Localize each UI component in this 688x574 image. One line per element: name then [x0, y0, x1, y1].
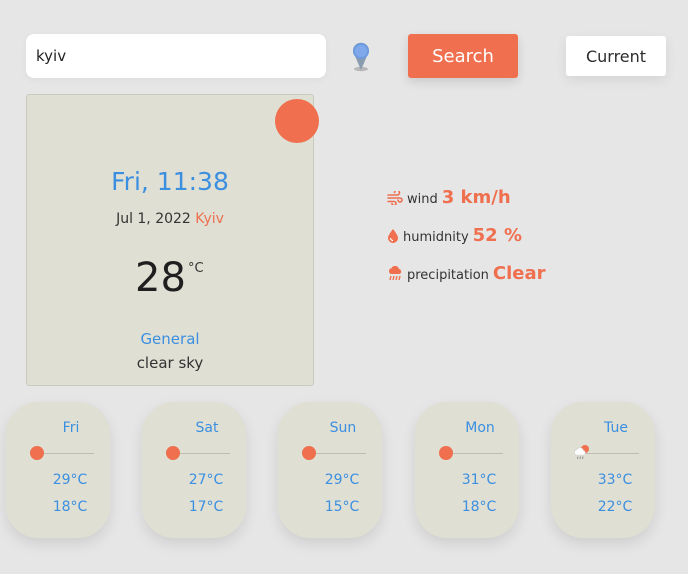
precipitation-stat: precipitation Clear: [387, 263, 546, 284]
current-location-button[interactable]: Current: [566, 36, 666, 76]
forecast-max-temp: 29°C: [324, 472, 360, 488]
divider: [447, 453, 503, 454]
wind-icon: [387, 190, 403, 205]
humidity-value: 52 %: [472, 225, 523, 246]
wind-stat: wind 3 km/h: [387, 187, 511, 208]
forecast-card-fri: Fri 29°C 18°C: [6, 402, 110, 538]
date: Jul 1, 2022: [116, 211, 191, 227]
humidity-label: humidnity: [403, 230, 469, 245]
divider: [38, 453, 94, 454]
search-button[interactable]: Search: [408, 34, 518, 78]
general-label: General: [140, 330, 200, 348]
wind-value: 3 km/h: [441, 187, 511, 208]
precipitation-label: precipitation: [407, 268, 489, 283]
forecast-min-temp: 18°C: [461, 499, 497, 515]
humidity-stat: humidnity 52 %: [387, 225, 522, 246]
sun-icon: [439, 446, 453, 460]
divider: [310, 453, 366, 454]
day-time: Fri, 11:38: [111, 167, 229, 196]
forecast-day: Sun: [329, 420, 357, 436]
water-drop-icon: [388, 229, 398, 243]
forecast-min-temp: 17°C: [188, 499, 224, 515]
divider: [583, 453, 639, 454]
forecast-card-sun: Sun 29°C 15°C: [278, 402, 382, 538]
forecast-card-tue: Tue 33°C 22°C: [551, 402, 655, 538]
forecast-max-temp: 27°C: [188, 472, 224, 488]
divider: [174, 453, 230, 454]
forecast-max-temp: 31°C: [461, 472, 497, 488]
cloud-rain-icon: [574, 445, 589, 460]
date-location: Jul 1, 2022 Kyiv: [27, 211, 313, 227]
location-pin-icon[interactable]: [347, 39, 375, 73]
forecast-day: Fri: [62, 420, 80, 436]
sun-icon: [166, 446, 180, 460]
sun-icon: [302, 446, 316, 460]
search-input[interactable]: [26, 34, 326, 78]
wind-label: wind: [407, 192, 438, 207]
city-name: Kyiv: [195, 211, 224, 227]
forecast-day: Tue: [604, 420, 628, 436]
forecast-day: Sat: [195, 420, 219, 436]
forecast-min-temp: 15°C: [324, 499, 360, 515]
sun-icon: [30, 446, 44, 460]
forecast-day: Mon: [465, 420, 495, 436]
current-weather-card: Fri, 11:38 Jul 1, 2022 Kyiv 28 °C Genera…: [26, 94, 319, 386]
forecast-min-temp: 18°C: [52, 499, 88, 515]
forecast-max-temp: 33°C: [597, 472, 633, 488]
weather-description: clear sky: [136, 354, 204, 372]
precipitation-value: Clear: [492, 263, 546, 284]
forecast-min-temp: 22°C: [597, 499, 633, 515]
forecast-card-sat: Sat 27°C 17°C: [142, 402, 246, 538]
sun-icon: [275, 99, 319, 143]
cloud-rain-icon: [388, 266, 402, 281]
forecast-card-mon: Mon 31°C 18°C: [415, 402, 519, 538]
temperature-unit: °C: [188, 261, 204, 276]
forecast-max-temp: 29°C: [52, 472, 88, 488]
temperature: 28: [135, 255, 186, 301]
